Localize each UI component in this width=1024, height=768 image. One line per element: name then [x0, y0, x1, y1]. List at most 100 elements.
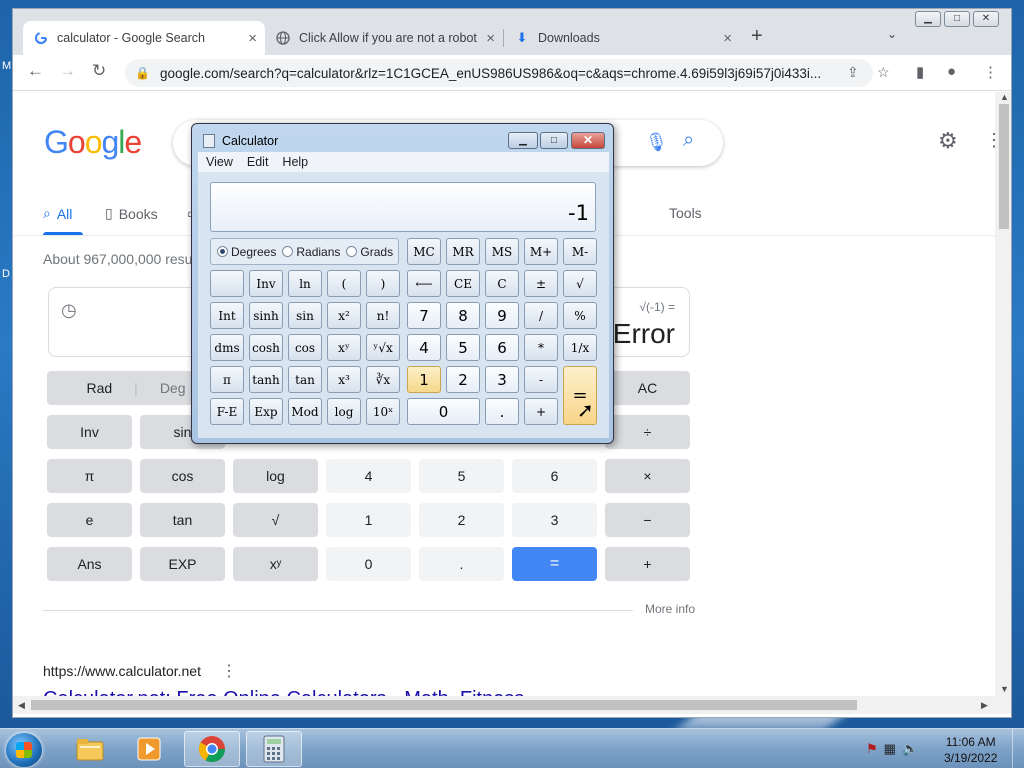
log-key[interactable]: log: [327, 398, 361, 425]
pi-button[interactable]: π: [47, 459, 132, 493]
degrees-radio[interactable]: Degrees: [217, 245, 276, 259]
ln-key[interactable]: ln: [288, 270, 322, 297]
calc-maximize-button[interactable]: □: [540, 132, 568, 149]
tab-books[interactable]: ▯ Books: [105, 205, 158, 222]
tab-all[interactable]: ⌕ All: [43, 205, 72, 222]
side-panel-icon[interactable]: ▮: [916, 63, 924, 81]
network-icon[interactable]: ▦: [884, 741, 896, 757]
forward-arrow-icon[interactable]: →: [59, 61, 76, 81]
result-options-icon[interactable]: ⋮: [221, 661, 237, 681]
digit-5-button[interactable]: 5: [419, 459, 504, 493]
bookmark-star-icon[interactable]: ☆: [877, 64, 890, 81]
grads-radio[interactable]: Grads: [346, 245, 393, 259]
action-center-flag-icon[interactable]: ⚑: [866, 741, 878, 757]
result-title-link[interactable]: Calculator.net: Free Online Calculators …: [43, 688, 547, 696]
tab-search-button[interactable]: ⌄: [887, 27, 897, 41]
vertical-scroll-thumb[interactable]: [999, 104, 1009, 229]
microphone-icon[interactable]: 🎙: [645, 132, 668, 153]
scroll-up-arrow-icon[interactable]: ▲: [1000, 92, 1009, 102]
plus-button[interactable]: +: [605, 547, 690, 581]
sinh-key[interactable]: sinh: [249, 302, 283, 329]
e-button[interactable]: e: [47, 503, 132, 537]
decimal-key[interactable]: .: [485, 398, 519, 425]
ten-power-x-key[interactable]: 10ˣ: [366, 398, 400, 425]
share-icon[interactable]: ⇪: [847, 64, 859, 81]
m-plus-key[interactable]: M+: [524, 238, 558, 265]
taskbar-explorer[interactable]: [62, 731, 118, 767]
x-power-y-key[interactable]: xʸ: [327, 334, 361, 361]
reciprocal-key[interactable]: 1/x: [563, 334, 597, 361]
mc-key[interactable]: MC: [407, 238, 441, 265]
percent-key[interactable]: %: [563, 302, 597, 329]
cube-root-key[interactable]: ∛x: [366, 366, 400, 393]
scroll-left-arrow-icon[interactable]: ◀: [18, 700, 25, 711]
close-tab-icon[interactable]: ×: [723, 30, 732, 47]
taskbar-chrome[interactable]: [184, 731, 240, 767]
vertical-scrollbar[interactable]: ▲ ▼: [995, 92, 1011, 696]
digit-1-key[interactable]: 1: [407, 366, 441, 393]
result-url[interactable]: https://www.calculator.net: [43, 663, 201, 679]
volume-icon[interactable]: 🔈: [902, 741, 918, 757]
radians-radio[interactable]: Radians: [282, 245, 340, 259]
system-clock[interactable]: 11:06 AM 3/19/2022: [944, 734, 997, 766]
sin-key[interactable]: sin: [288, 302, 322, 329]
close-tab-icon[interactable]: ×: [486, 30, 495, 47]
equals-button[interactable]: =: [512, 547, 597, 581]
int-key[interactable]: Int: [210, 302, 244, 329]
ce-key[interactable]: CE: [446, 270, 480, 297]
digit-2-key[interactable]: 2: [446, 366, 480, 393]
menu-view[interactable]: View: [206, 155, 233, 169]
calc-minimize-button[interactable]: ▁: [508, 132, 538, 149]
pi-key[interactable]: π: [210, 366, 244, 393]
close-tab-icon[interactable]: ×: [248, 30, 257, 47]
ms-key[interactable]: MS: [485, 238, 519, 265]
digit-9-key[interactable]: 9: [485, 302, 519, 329]
reload-icon[interactable]: ↻: [92, 61, 106, 81]
multiply-key[interactable]: *: [524, 334, 558, 361]
sqrt-key[interactable]: √: [563, 270, 597, 297]
show-desktop-button[interactable]: [1012, 729, 1024, 768]
digit-0-button[interactable]: 0: [326, 547, 411, 581]
dms-key[interactable]: dms: [210, 334, 244, 361]
search-icon[interactable]: ⌕: [683, 129, 694, 152]
digit-3-button[interactable]: 3: [512, 503, 597, 537]
y-root-x-key[interactable]: ʸ√x: [366, 334, 400, 361]
inv-key[interactable]: Inv: [249, 270, 283, 297]
digit-0-key[interactable]: 0: [407, 398, 480, 425]
menu-help[interactable]: Help: [282, 155, 308, 169]
chrome-menu-icon[interactable]: ⋮: [983, 63, 998, 81]
divide-button[interactable]: ÷: [605, 415, 690, 449]
minimize-button[interactable]: ▁: [915, 11, 941, 27]
log-button[interactable]: log: [233, 459, 318, 493]
calc-close-button[interactable]: ✕: [571, 132, 605, 149]
divide-key[interactable]: /: [524, 302, 558, 329]
add-key[interactable]: +: [524, 398, 558, 425]
inv-button[interactable]: Inv: [47, 415, 132, 449]
exp-button[interactable]: EXP: [140, 547, 225, 581]
tanh-key[interactable]: tanh: [249, 366, 283, 393]
maximize-button[interactable]: □: [944, 11, 970, 27]
google-logo[interactable]: Google: [44, 124, 142, 161]
start-button[interactable]: [6, 733, 42, 767]
digit-2-button[interactable]: 2: [419, 503, 504, 537]
menu-edit[interactable]: Edit: [247, 155, 269, 169]
backspace-key[interactable]: ⟵: [407, 270, 441, 297]
subtract-key[interactable]: -: [524, 366, 558, 393]
tools-button[interactable]: Tools: [669, 205, 702, 221]
exp-key[interactable]: Exp: [249, 398, 283, 425]
taskbar-calculator[interactable]: [246, 731, 302, 767]
power-button[interactable]: xʸ: [233, 547, 318, 581]
tan-button[interactable]: tan: [140, 503, 225, 537]
c-key[interactable]: C: [485, 270, 519, 297]
minus-button[interactable]: −: [605, 503, 690, 537]
ans-button[interactable]: Ans: [47, 547, 132, 581]
taskbar-media-player[interactable]: [122, 731, 178, 767]
digit-1-button[interactable]: 1: [326, 503, 411, 537]
x-cubed-key[interactable]: x³: [327, 366, 361, 393]
decimal-button[interactable]: .: [419, 547, 504, 581]
tan-key[interactable]: tan: [288, 366, 322, 393]
mr-key[interactable]: MR: [446, 238, 480, 265]
digit-6-key[interactable]: 6: [485, 334, 519, 361]
tab-robot[interactable]: Click Allow if you are not a robot ×: [265, 21, 503, 55]
scroll-right-arrow-icon[interactable]: ▶: [981, 700, 988, 711]
